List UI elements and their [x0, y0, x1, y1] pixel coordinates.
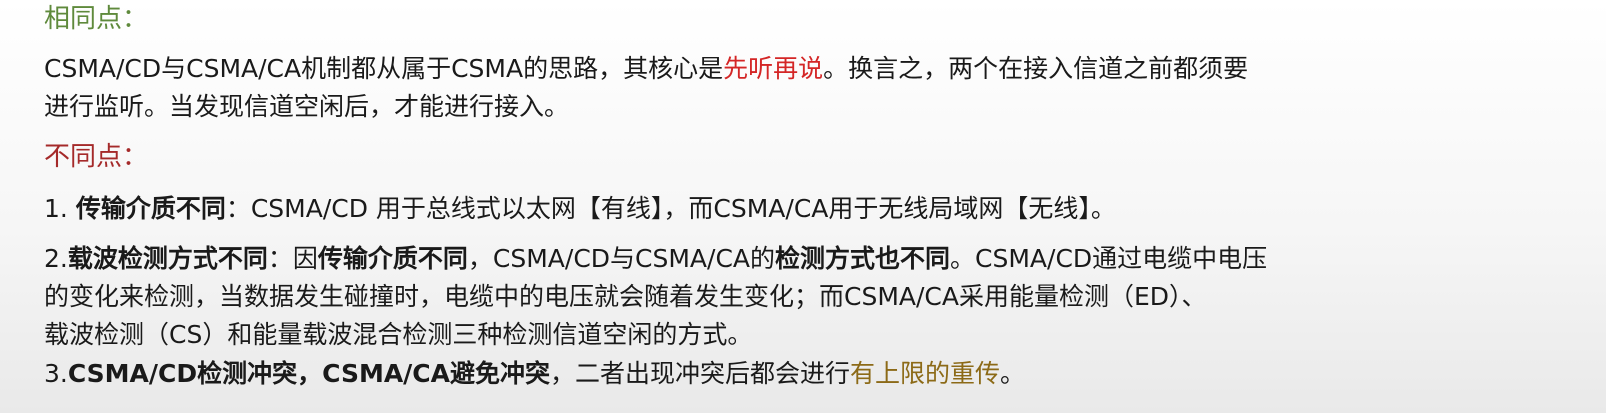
item-number: 1.: [44, 194, 76, 223]
text-segment: CSMA/CD与CSMA/CA机制都从属于CSMA的思路，其核心是: [44, 54, 724, 83]
text-segment: ，CSMA/CD与CSMA/CA的: [467, 244, 776, 273]
text-segment: 。换言之，两个在接入信道之前都须要: [823, 54, 1249, 83]
item-title: 传输介质不同: [75, 194, 226, 223]
item-title: 载波检测方式不同: [67, 244, 268, 273]
item-text: ：CSMA/CD 用于总线式以太网【有线】，而CSMA/CA用于无线局域网【无线…: [225, 194, 1116, 223]
item-number: 2.: [44, 244, 68, 273]
text-segment: 。: [1000, 359, 1026, 388]
text-segment: 进行监听。当发现信道空闲后，才能进行接入。: [44, 92, 570, 121]
text-segment: 。CSMA/CD通过电缆中电压: [950, 244, 1268, 273]
text-segment: ，二者出现冲突后都会进行: [550, 359, 851, 388]
bold-segment: CSMA/CD检测冲突，CSMA/CA避免冲突: [67, 359, 551, 388]
diff-item-1: 1. 传输介质不同：CSMA/CD 用于总线式以太网【有线】，而CSMA/CA用…: [44, 190, 1484, 228]
highlight-limited-retransmission: 有上限的重传: [850, 359, 1001, 388]
bold-segment: 传输介质不同: [317, 244, 468, 273]
section-heading-same: 相同点：: [44, 4, 149, 34]
same-points-paragraph: CSMA/CD与CSMA/CA机制都从属于CSMA的思路，其核心是先听再说。换言…: [44, 50, 1484, 126]
bold-segment: 检测方式也不同: [775, 244, 951, 273]
text-segment: 载波检测（CS）和能量载波混合检测三种检测信道空闲的方式。: [44, 320, 753, 349]
item-number: 3.: [44, 359, 68, 388]
diff-item-2: 2.载波检测方式不同：因传输介质不同，CSMA/CD与CSMA/CA的检测方式也…: [44, 240, 1484, 354]
text-segment: 的变化来检测，当数据发生碰撞时，电缆中的电压就会随着发生变化；而CSMA/CA采…: [44, 282, 1207, 311]
section-heading-diff: 不同点：: [44, 142, 149, 172]
highlight-listen-first: 先听再说: [723, 54, 824, 83]
text-segment: ：因: [267, 244, 318, 273]
diff-item-3: 3.CSMA/CD检测冲突，CSMA/CA避免冲突，二者出现冲突后都会进行有上限…: [44, 355, 1484, 393]
